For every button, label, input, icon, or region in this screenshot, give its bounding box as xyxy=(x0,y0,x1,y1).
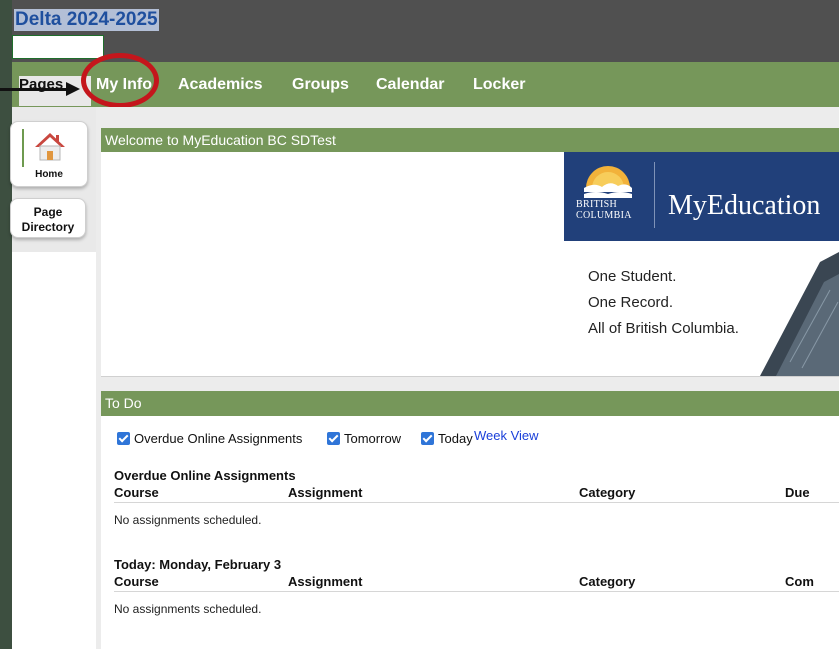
checkbox-overdue[interactable] xyxy=(117,432,130,445)
myeducation-brand: MyEducation xyxy=(668,190,821,221)
filter-overdue-label: Overdue Online Assignments xyxy=(134,431,303,446)
welcome-panel-header: Welcome to MyEducation BC SDTest xyxy=(101,128,839,152)
filter-today-label: Today xyxy=(438,431,473,446)
tab-academics[interactable]: Academics xyxy=(178,76,263,94)
empty-message: No assignments scheduled. xyxy=(114,602,262,616)
section-title-overdue: Overdue Online Assignments xyxy=(114,468,296,483)
active-indicator xyxy=(22,129,24,167)
col-assignment[interactable]: Assignment xyxy=(288,574,362,589)
tagline-line-2: One Record. xyxy=(588,294,674,311)
sidebar-item-home-label: Home xyxy=(35,169,63,180)
annotation-arrow xyxy=(0,88,70,91)
filter-overdue[interactable]: Overdue Online Assignments xyxy=(117,431,302,447)
tab-groups[interactable]: Groups xyxy=(292,76,349,94)
annotation-circle xyxy=(81,53,159,108)
sidebar-item-page-directory[interactable]: Page Directory xyxy=(10,198,86,238)
filter-tomorrow[interactable]: Tomorrow xyxy=(327,431,401,447)
tab-locker[interactable]: Locker xyxy=(473,76,525,94)
filter-today[interactable]: Today xyxy=(421,431,473,447)
col-completed[interactable]: Com xyxy=(785,574,814,589)
todo-panel-header: To Do xyxy=(101,391,839,416)
page-directory-label-line1: Page xyxy=(33,205,63,219)
banner-divider xyxy=(654,162,655,228)
header-input-box[interactable] xyxy=(12,35,104,59)
checkbox-today[interactable] xyxy=(421,432,434,445)
page-directory-label-line2: Directory xyxy=(21,220,75,234)
annotation-arrow-head xyxy=(66,82,80,96)
col-course[interactable]: Course xyxy=(114,574,159,589)
app-title: Delta 2024-2025 xyxy=(14,9,159,31)
section-divider xyxy=(114,591,839,592)
bc-sun-logo-icon xyxy=(584,166,632,198)
col-category[interactable]: Category xyxy=(579,485,635,500)
sidebar-lower xyxy=(12,252,96,649)
empty-message: No assignments scheduled. xyxy=(114,513,262,527)
col-due[interactable]: Due xyxy=(785,485,810,500)
bc-wordmark: BRITISH COLUMBIA xyxy=(576,199,632,221)
bc-wordmark-line2: COLUMBIA xyxy=(576,210,632,221)
col-course[interactable]: Course xyxy=(114,485,159,500)
week-view-link[interactable]: Week View xyxy=(474,428,539,443)
tagline-line-1: One Student. xyxy=(588,268,677,285)
building-graphic-icon xyxy=(760,252,839,376)
filter-tomorrow-label: Tomorrow xyxy=(344,431,402,446)
myeducation-banner: BRITISH COLUMBIA MyEducation xyxy=(564,152,839,241)
home-icon xyxy=(35,133,65,161)
col-category[interactable]: Category xyxy=(579,574,635,589)
checkbox-tomorrow[interactable] xyxy=(327,432,340,445)
col-assignment[interactable]: Assignment xyxy=(288,485,362,500)
section-divider xyxy=(114,502,839,503)
sidebar-item-home[interactable]: Home xyxy=(10,121,88,187)
section-title-today: Today: Monday, February 3 xyxy=(114,557,282,572)
bc-wordmark-line1: BRITISH xyxy=(576,199,617,210)
tab-calendar[interactable]: Calendar xyxy=(376,76,444,94)
tagline-line-3: All of British Columbia. xyxy=(588,320,739,337)
